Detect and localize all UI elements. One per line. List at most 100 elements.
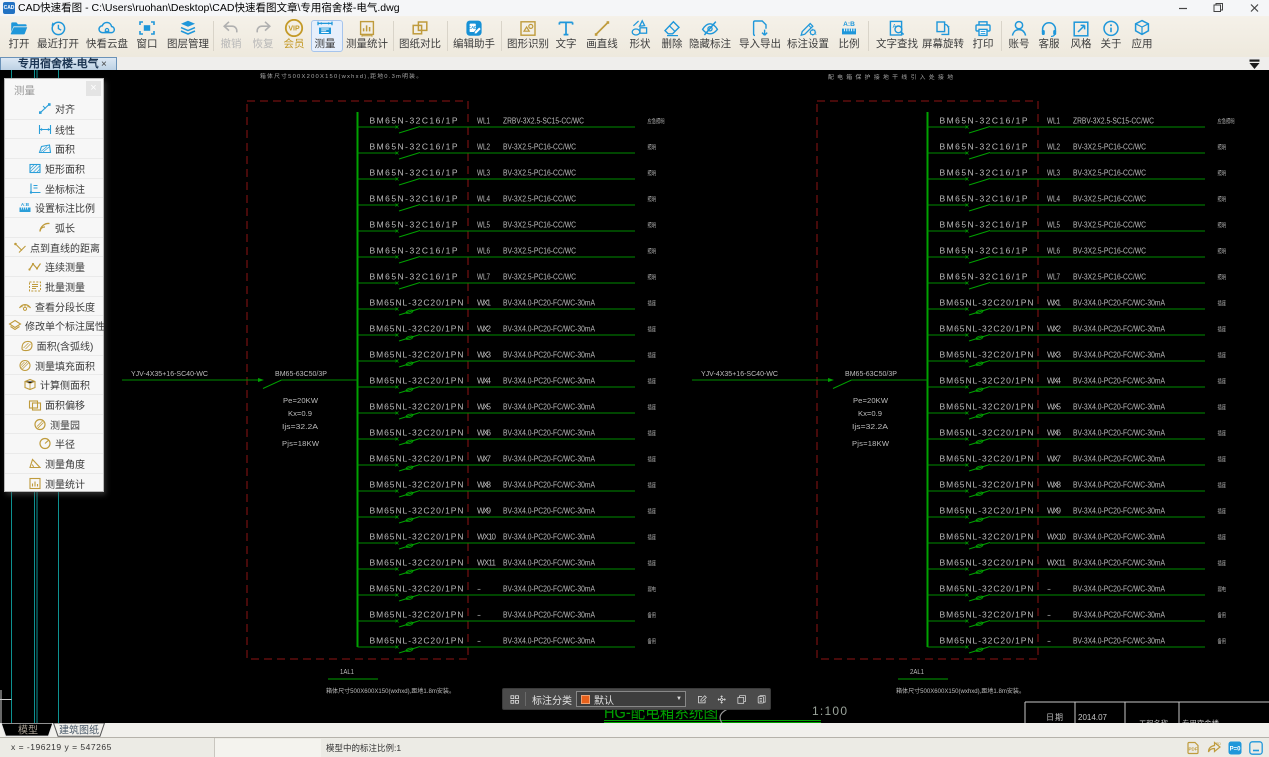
svg-text:BM65N-32C16/1P: BM65N-32C16/1P bbox=[940, 168, 1028, 178]
svg-text:照明: 照明 bbox=[1218, 223, 1227, 230]
svg-text:插座: 插座 bbox=[1218, 456, 1227, 464]
svg-text:BV-3X4.0-PC20-FC/WC-30mA: BV-3X4.0-PC20-FC/WC-30mA bbox=[1073, 455, 1166, 464]
svg-text:BV-3X4.0-PC20-FC/WC-30mA: BV-3X4.0-PC20-FC/WC-30mA bbox=[503, 429, 596, 438]
svg-text:WX3: WX3 bbox=[477, 351, 492, 360]
svg-text:WX11: WX11 bbox=[1047, 559, 1067, 568]
svg-text:WL7: WL7 bbox=[477, 273, 490, 282]
svg-text:BM65N-32C16/1P: BM65N-32C16/1P bbox=[940, 220, 1028, 230]
svg-text:-: - bbox=[1047, 611, 1051, 620]
svg-text:2014.07: 2014.07 bbox=[1078, 712, 1107, 722]
svg-text:BV-3X4.0-PC20-FC/WC-30mA: BV-3X4.0-PC20-FC/WC-30mA bbox=[1073, 637, 1166, 646]
svg-text:BM65NL-32C20/1PN: BM65NL-32C20/1PN bbox=[940, 454, 1034, 464]
svg-text:BM65NL-32C20/1PN: BM65NL-32C20/1PN bbox=[940, 584, 1034, 594]
svg-text:BM65N-32C16/1P: BM65N-32C16/1P bbox=[370, 194, 458, 204]
svg-text:照明: 照明 bbox=[648, 171, 657, 178]
svg-text:-: - bbox=[477, 611, 481, 620]
svg-text:Pe=20KW: Pe=20KW bbox=[283, 396, 319, 405]
svg-text:WL3: WL3 bbox=[477, 169, 490, 178]
svg-text:备用: 备用 bbox=[1218, 638, 1227, 646]
svg-text:BV-3X2.5-PC16-CC/WC: BV-3X2.5-PC16-CC/WC bbox=[503, 169, 576, 178]
svg-text:插座: 插座 bbox=[1218, 534, 1227, 542]
svg-text:BV-3X4.0-PC20-FC/WC-30mA: BV-3X4.0-PC20-FC/WC-30mA bbox=[1073, 507, 1166, 516]
svg-text:1AL1: 1AL1 bbox=[340, 667, 354, 676]
svg-text:WX9: WX9 bbox=[477, 507, 492, 516]
svg-text:BM65NL-32C20/1PN: BM65NL-32C20/1PN bbox=[370, 350, 464, 360]
svg-text:WX6: WX6 bbox=[477, 429, 492, 438]
svg-text:照明: 照明 bbox=[1218, 275, 1227, 282]
svg-text:Pjs=18KW: Pjs=18KW bbox=[282, 439, 320, 448]
svg-text:BM65NL-32C20/1PN: BM65NL-32C20/1PN bbox=[370, 376, 464, 386]
svg-text:BV-3X2.5-PC16-CC/WC: BV-3X2.5-PC16-CC/WC bbox=[503, 273, 576, 282]
svg-text:2AL1: 2AL1 bbox=[910, 667, 924, 676]
svg-text:插座: 插座 bbox=[648, 352, 657, 360]
svg-text:P=0: P=0 bbox=[1230, 747, 1242, 753]
svg-text:插座: 插座 bbox=[648, 560, 657, 568]
svg-text:BM65NL-32C20/1PN: BM65NL-32C20/1PN bbox=[370, 532, 464, 542]
svg-text:BM65N-32C16/1P: BM65N-32C16/1P bbox=[940, 116, 1028, 126]
svg-text:插座: 插座 bbox=[648, 534, 657, 542]
svg-text:-: - bbox=[1047, 585, 1051, 594]
svg-text:BV-3X2.5-PC16-CC/WC: BV-3X2.5-PC16-CC/WC bbox=[1073, 195, 1146, 204]
svg-text:A:B: A:B bbox=[843, 21, 855, 28]
svg-text:插座: 插座 bbox=[1218, 430, 1227, 438]
svg-text:插座: 插座 bbox=[1218, 326, 1227, 334]
svg-text:WL1: WL1 bbox=[1047, 117, 1060, 126]
svg-text:WX2: WX2 bbox=[1047, 325, 1062, 334]
svg-text:BM65NL-32C20/1PN: BM65NL-32C20/1PN bbox=[370, 584, 464, 594]
svg-text:BM65N-32C16/1P: BM65N-32C16/1P bbox=[370, 272, 458, 282]
svg-text:Pjs=18KW: Pjs=18KW bbox=[852, 439, 890, 448]
svg-text:BM65NL-32C20/1PN: BM65NL-32C20/1PN bbox=[940, 298, 1034, 308]
svg-text:Kx=0.9: Kx=0.9 bbox=[858, 409, 882, 418]
svg-text:BM65NL-32C20/1PN: BM65NL-32C20/1PN bbox=[940, 350, 1034, 360]
svg-text:插座: 插座 bbox=[648, 378, 657, 386]
svg-text:BV-3X4.0-PC20-FC/WC-30mA: BV-3X4.0-PC20-FC/WC-30mA bbox=[503, 403, 596, 412]
svg-text:模型: 模型 bbox=[18, 724, 38, 737]
svg-text:备用: 备用 bbox=[648, 638, 657, 646]
svg-text:插座: 插座 bbox=[648, 300, 657, 308]
svg-text:WX8: WX8 bbox=[1047, 481, 1062, 490]
svg-text:WL4: WL4 bbox=[477, 195, 490, 204]
svg-text:ZRBV-3X2.5-SC15-CC/WC: ZRBV-3X2.5-SC15-CC/WC bbox=[1073, 117, 1154, 126]
svg-text:BM65NL-32C20/1PN: BM65NL-32C20/1PN bbox=[370, 428, 464, 438]
svg-text:WL6: WL6 bbox=[477, 247, 490, 256]
svg-text:BV-3X2.5-PC16-CC/WC: BV-3X2.5-PC16-CC/WC bbox=[1073, 169, 1146, 178]
svg-text:弱电: 弱电 bbox=[648, 586, 657, 594]
svg-text:照明: 照明 bbox=[648, 197, 657, 204]
svg-text:Kx=0.9: Kx=0.9 bbox=[288, 409, 312, 418]
svg-text:插座: 插座 bbox=[648, 508, 657, 516]
svg-text:BM65NL-32C20/1PN: BM65NL-32C20/1PN bbox=[940, 324, 1034, 334]
svg-text:WX11: WX11 bbox=[477, 559, 497, 568]
svg-text:BM65-63C50/3P: BM65-63C50/3P bbox=[275, 369, 327, 378]
svg-text:BM65N-32C16/1P: BM65N-32C16/1P bbox=[940, 142, 1028, 152]
svg-text:BV-3X4.0-PC20-FC/WC-30mA: BV-3X4.0-PC20-FC/WC-30mA bbox=[1073, 533, 1166, 542]
svg-text:WX10: WX10 bbox=[1047, 533, 1067, 542]
svg-text:BV-3X4.0-PC20-FC/WC-30mA: BV-3X4.0-PC20-FC/WC-30mA bbox=[1073, 481, 1166, 490]
svg-text:BM65N-32C16/1P: BM65N-32C16/1P bbox=[940, 272, 1028, 282]
svg-text:PDF: PDF bbox=[1189, 747, 1198, 752]
svg-text:日期: 日期 bbox=[1046, 713, 1063, 722]
svg-text:BM65N-32C16/1P: BM65N-32C16/1P bbox=[370, 116, 458, 126]
svg-text:BV-3X4.0-PC20-FC/WC-30mA: BV-3X4.0-PC20-FC/WC-30mA bbox=[1073, 403, 1166, 412]
svg-text:BM65N-32C16/1P: BM65N-32C16/1P bbox=[370, 246, 458, 256]
svg-text:插座: 插座 bbox=[1218, 560, 1227, 568]
svg-text:BM65-63C50/3P: BM65-63C50/3P bbox=[845, 369, 897, 378]
svg-text:BM65N-32C16/1P: BM65N-32C16/1P bbox=[940, 246, 1028, 256]
svg-text:配电箱保护接地干线引入处接地: 配电箱保护接地干线引入处接地 bbox=[828, 73, 953, 81]
svg-text:BV-3X4.0-PC20-FC/WC-30mA: BV-3X4.0-PC20-FC/WC-30mA bbox=[1073, 325, 1166, 334]
svg-text:BV-3X4.0-PC20-FC/WC-30mA: BV-3X4.0-PC20-FC/WC-30mA bbox=[503, 585, 596, 594]
svg-text:BM65NL-32C20/1PN: BM65NL-32C20/1PN bbox=[370, 324, 464, 334]
svg-text:WL4: WL4 bbox=[1047, 195, 1060, 204]
svg-text:BM65NL-32C20/1PN: BM65NL-32C20/1PN bbox=[370, 454, 464, 464]
svg-text:插座: 插座 bbox=[648, 456, 657, 464]
svg-text:WX10: WX10 bbox=[477, 533, 497, 542]
svg-text:BM65N-32C16/1P: BM65N-32C16/1P bbox=[370, 168, 458, 178]
svg-text:BV-3X2.5-PC16-CC/WC: BV-3X2.5-PC16-CC/WC bbox=[503, 143, 576, 152]
svg-text:箱体尺寸500X600X150(wxhxd),距地1.8m安: 箱体尺寸500X600X150(wxhxd),距地1.8m安装。 bbox=[326, 687, 455, 695]
svg-text:BV-3X4.0-PC20-FC/WC-30mA: BV-3X4.0-PC20-FC/WC-30mA bbox=[503, 611, 596, 620]
svg-text:照明: 照明 bbox=[1218, 145, 1227, 152]
svg-text:BM65NL-32C20/1PN: BM65NL-32C20/1PN bbox=[370, 480, 464, 490]
svg-text:-: - bbox=[477, 585, 481, 594]
svg-text:BM65NL-32C20/1PN: BM65NL-32C20/1PN bbox=[940, 402, 1034, 412]
svg-text:照明: 照明 bbox=[648, 275, 657, 282]
svg-text:BM65N-32C16/1P: BM65N-32C16/1P bbox=[370, 220, 458, 230]
